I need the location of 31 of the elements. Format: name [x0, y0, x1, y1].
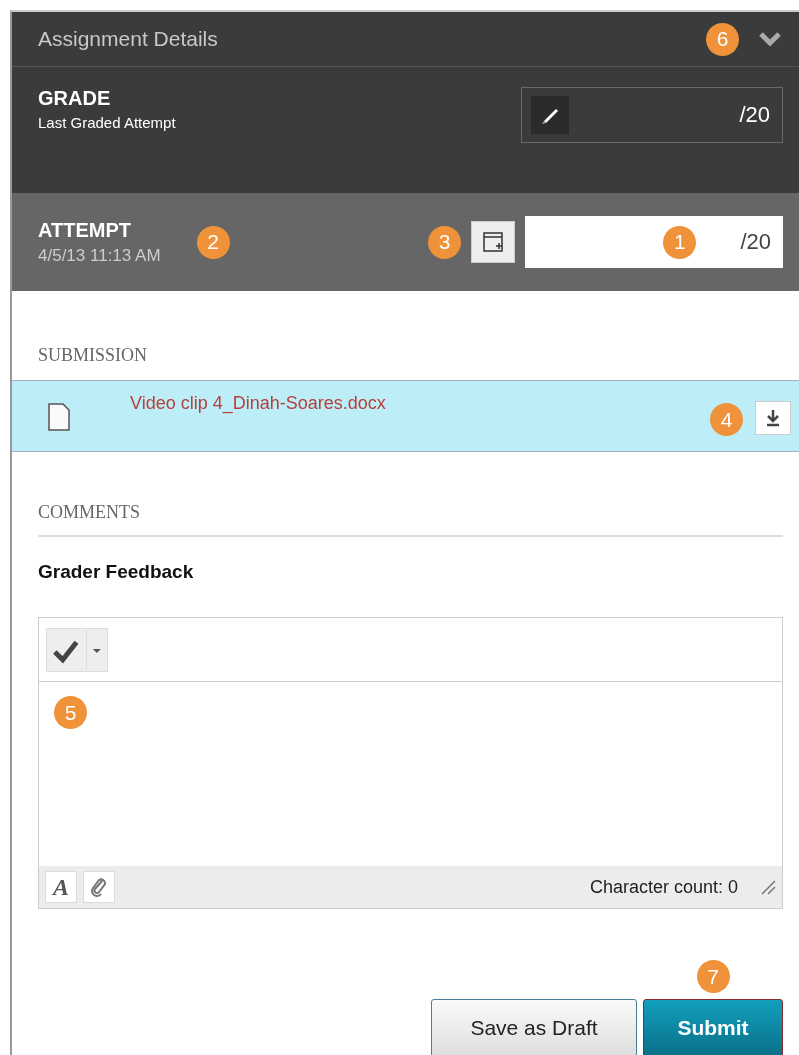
form-icon[interactable] — [471, 221, 515, 263]
feedback-editor[interactable]: 5 A Character count: 0 — [38, 617, 783, 909]
panel-title: Assignment Details — [38, 27, 219, 51]
callout-marker: 6 — [706, 22, 739, 56]
character-count: Character count: 0 — [589, 876, 738, 898]
save-draft-button[interactable]: Save as Draft — [431, 999, 637, 1055]
grade-field[interactable]: /20 — [521, 87, 783, 143]
submit-button[interactable]: Submit — [643, 999, 783, 1055]
chevron-icon[interactable] — [759, 31, 781, 47]
feedback-label: Grader Feedback — [37, 561, 195, 583]
callout-marker: 1 — [663, 225, 697, 259]
grade-heading: GRADE — [38, 87, 112, 110]
callout-marker: 5 — [54, 696, 87, 729]
attach-icon[interactable] — [83, 871, 115, 903]
callout-marker: 4 — [710, 403, 743, 436]
resize-handle-icon[interactable] — [760, 879, 776, 895]
callout-marker: 2 — [196, 225, 230, 259]
download-icon[interactable] — [755, 401, 791, 435]
file-link[interactable]: Video clip 4_Dinah-Soares.docx — [130, 393, 710, 414]
callout-marker: 7 — [696, 960, 730, 993]
pencil-icon[interactable] — [531, 96, 569, 134]
format-button[interactable]: A — [45, 871, 77, 903]
attempt-date: 4/5/13 11:13 AM — [38, 245, 161, 266]
document-icon — [48, 403, 70, 431]
spellcheck-button[interactable] — [46, 627, 108, 672]
section-heading: SUBMISSION — [37, 345, 149, 366]
section-heading: COMMENTS — [37, 502, 141, 523]
grade-subtitle: Last Graded Attempt — [38, 114, 177, 131]
attempt-heading: ATTEMPT — [38, 218, 132, 242]
attempt-grade-field[interactable]: 1 /20 — [525, 216, 783, 268]
callout-marker: 3 — [428, 225, 461, 259]
